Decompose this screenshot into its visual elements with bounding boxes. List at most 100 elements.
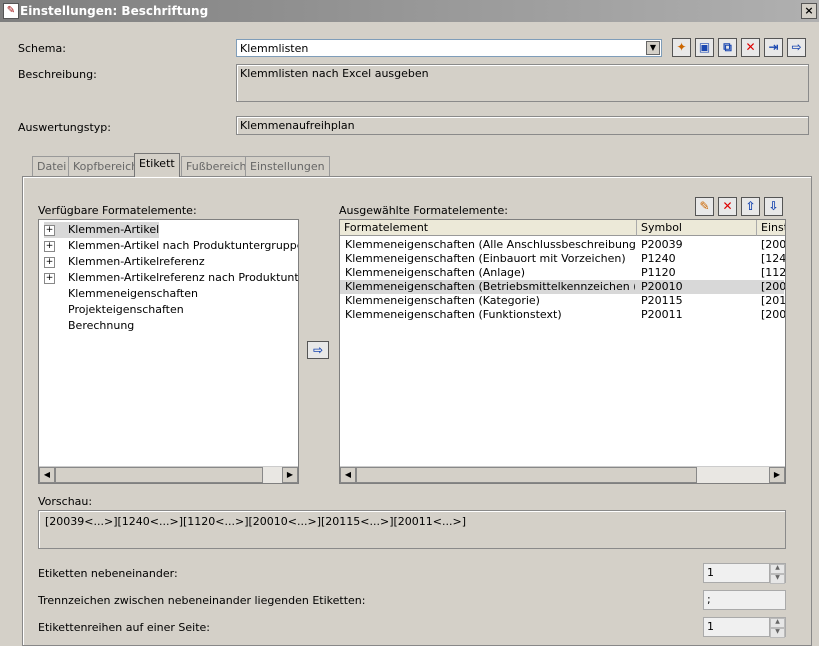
table-row[interactable]: Klemmeneigenschaften (Kategorie) P20115 …	[340, 294, 785, 308]
tree-item[interactable]: + Klemmen-Artikel nach Produktuntergruppe…	[44, 238, 299, 254]
scroll-thumb[interactable]	[55, 467, 263, 483]
schema-combobox[interactable]: Klemmlisten ▼	[236, 39, 662, 57]
tree-item-label: Berechnung	[68, 319, 135, 332]
tab-einstellungen[interactable]: Einstellungen	[245, 156, 330, 176]
chevron-down-icon[interactable]: ▼	[646, 41, 660, 55]
beschreibung-label: Beschreibung:	[18, 68, 97, 81]
available-tree[interactable]: + Klemmen-Artikel + Klemmen-Artikel nach P…	[38, 219, 299, 484]
delete-element-icon[interactable]: ✕	[718, 197, 737, 216]
cell-formatelement: Klemmeneigenschaften (Funktionstext)	[345, 308, 562, 321]
table-row[interactable]: Klemmeneigenschaften (Funktionstext) P20…	[340, 308, 785, 322]
cell-einst: [124	[761, 252, 785, 265]
title-bar: ✎ Einstellungen: Beschriftung ×	[0, 0, 819, 22]
window-title: Einstellungen: Beschriftung	[20, 4, 209, 18]
copy-icon[interactable]: ⧉	[718, 38, 737, 57]
table-row[interactable]: Klemmeneigenschaften (Anlage) P1120 [112	[340, 266, 785, 280]
cell-formatelement: Klemmeneigenschaften (Betriebsmittelkenn…	[345, 280, 635, 293]
table-row-selected[interactable]: Klemmeneigenschaften (Betriebsmittelkenn…	[340, 280, 785, 294]
beschreibung-field[interactable]: Klemmlisten nach Excel ausgeben	[236, 64, 809, 102]
auswertungstyp-field[interactable]: Klemmenaufreihplan	[236, 116, 809, 135]
scroll-right-icon[interactable]: ▶	[282, 467, 298, 483]
arrow-right-icon[interactable]: ⇨	[307, 341, 329, 359]
tree-item-label: Klemmen-Artikel nach Produktuntergruppen	[68, 239, 299, 252]
scroll-right-icon[interactable]: ▶	[769, 467, 785, 483]
import-icon[interactable]: ⇥	[764, 38, 783, 57]
tab-kopfbereich[interactable]: Kopfbereich	[68, 156, 144, 176]
tree-item[interactable]: + Klemmen-Artikelreferenz nach Produktunt…	[44, 270, 299, 286]
expand-icon[interactable]: +	[44, 224, 55, 236]
trennzeichen-field[interactable]: ;	[703, 590, 786, 610]
tree-item-label: Projekteigenschaften	[68, 303, 184, 316]
tab-fussbereich[interactable]: Fußbereich	[181, 156, 252, 176]
tab-etikett[interactable]: Etikett	[134, 153, 180, 177]
schema-value: Klemmlisten	[240, 42, 309, 55]
cell-symbol: P1120	[641, 266, 676, 279]
delete-icon[interactable]: ✕	[741, 38, 760, 57]
etiketten-nebeneinander-value: 1	[707, 566, 714, 579]
expand-icon[interactable]: +	[44, 272, 55, 284]
etiketten-nebeneinander-label: Etiketten nebeneinander:	[38, 567, 178, 580]
available-label: Verfügbare Formatelemente:	[38, 204, 197, 217]
spin-down-icon[interactable]: ▼	[770, 574, 785, 584]
tree-item-label: Klemmen-Artikel	[68, 223, 160, 236]
cell-einst: [200	[761, 238, 785, 251]
move-up-icon[interactable]: ⇧	[741, 197, 760, 216]
cell-symbol: P20010	[641, 280, 683, 293]
tree-item-label: Klemmen-Artikelreferenz	[68, 255, 205, 268]
cell-symbol: P20039	[641, 238, 683, 251]
spinner[interactable]: ▲ ▼	[769, 618, 785, 638]
tree-item[interactable]: Berechnung	[44, 318, 134, 334]
cell-formatelement: Klemmeneigenschaften (Einbauort mit Vorz…	[345, 252, 626, 265]
export-icon[interactable]: ⇨	[787, 38, 806, 57]
cell-symbol: P20115	[641, 294, 683, 307]
tree-item-label: Klemmeneigenschaften	[68, 287, 198, 300]
app-icon: ✎	[3, 3, 19, 19]
scroll-left-icon[interactable]: ◀	[39, 467, 55, 483]
move-down-icon[interactable]: ⇩	[764, 197, 783, 216]
tree-item[interactable]: Klemmeneigenschaften	[44, 286, 198, 302]
vorschau-field: [20039<...>][1240<...>][1120<...>][20010…	[38, 510, 786, 549]
table-row[interactable]: Klemmeneigenschaften (Einbauort mit Vorz…	[340, 252, 785, 266]
column-header-symbol[interactable]: Symbol	[637, 220, 757, 236]
tree-item-label: Klemmen-Artikelreferenz nach Produktunte…	[68, 271, 299, 284]
close-button[interactable]: ×	[801, 3, 817, 19]
scroll-thumb[interactable]	[356, 467, 697, 483]
expand-icon[interactable]: +	[44, 256, 55, 268]
column-header-einst[interactable]: Einst	[757, 220, 785, 236]
table-row[interactable]: Klemmeneigenschaften (Alle Anschlussbesc…	[340, 238, 785, 252]
etikettenreihen-label: Etikettenreihen auf einer Seite:	[38, 621, 210, 634]
cell-symbol: P20011	[641, 308, 683, 321]
tab-datei[interactable]: Datei	[32, 156, 72, 176]
tree-item[interactable]: + Klemmen-Artikel	[44, 222, 160, 238]
cell-einst: [201	[761, 294, 785, 307]
cell-formatelement: Klemmeneigenschaften (Anlage)	[345, 266, 526, 279]
auswertungstyp-label: Auswertungstyp:	[18, 121, 111, 134]
horizontal-scrollbar[interactable]: ◀ ▶	[39, 466, 298, 483]
spin-up-icon[interactable]: ▲	[770, 564, 785, 574]
spin-up-icon[interactable]: ▲	[770, 618, 785, 628]
cell-einst: [112	[761, 266, 785, 279]
etikettenreihen-value: 1	[707, 620, 714, 633]
spin-down-icon[interactable]: ▼	[770, 628, 785, 638]
save-icon[interactable]: ▣	[695, 38, 714, 57]
tree-item[interactable]: Projekteigenschaften	[44, 302, 184, 318]
selected-grid[interactable]: Formatelement Symbol Einst Klemmeneigens…	[339, 219, 786, 484]
column-header-formatelement[interactable]: Formatelement	[340, 220, 637, 236]
cell-formatelement: Klemmeneigenschaften (Kategorie)	[345, 294, 540, 307]
cell-formatelement: Klemmeneigenschaften (Alle Anschlussbesc…	[345, 238, 635, 251]
spinner[interactable]: ▲ ▼	[769, 564, 785, 584]
schema-label: Schema:	[18, 42, 66, 55]
selected-label: Ausgewählte Formatelemente:	[339, 204, 508, 217]
cell-symbol: P1240	[641, 252, 676, 265]
horizontal-scrollbar[interactable]: ◀ ▶	[340, 466, 785, 483]
scroll-left-icon[interactable]: ◀	[340, 467, 356, 483]
etiketten-nebeneinander-stepper[interactable]: 1 ▲ ▼	[703, 563, 786, 584]
new-schema-icon[interactable]: ✦	[672, 38, 691, 57]
etikettenreihen-stepper[interactable]: 1 ▲ ▼	[703, 617, 786, 638]
cell-einst: [200	[761, 308, 785, 321]
trennzeichen-label: Trennzeichen zwischen nebeneinander lieg…	[38, 594, 366, 607]
tree-item[interactable]: + Klemmen-Artikelreferenz	[44, 254, 205, 270]
edit-icon[interactable]: ✎	[695, 197, 714, 216]
cell-einst: [200	[761, 280, 785, 293]
expand-icon[interactable]: +	[44, 240, 55, 252]
